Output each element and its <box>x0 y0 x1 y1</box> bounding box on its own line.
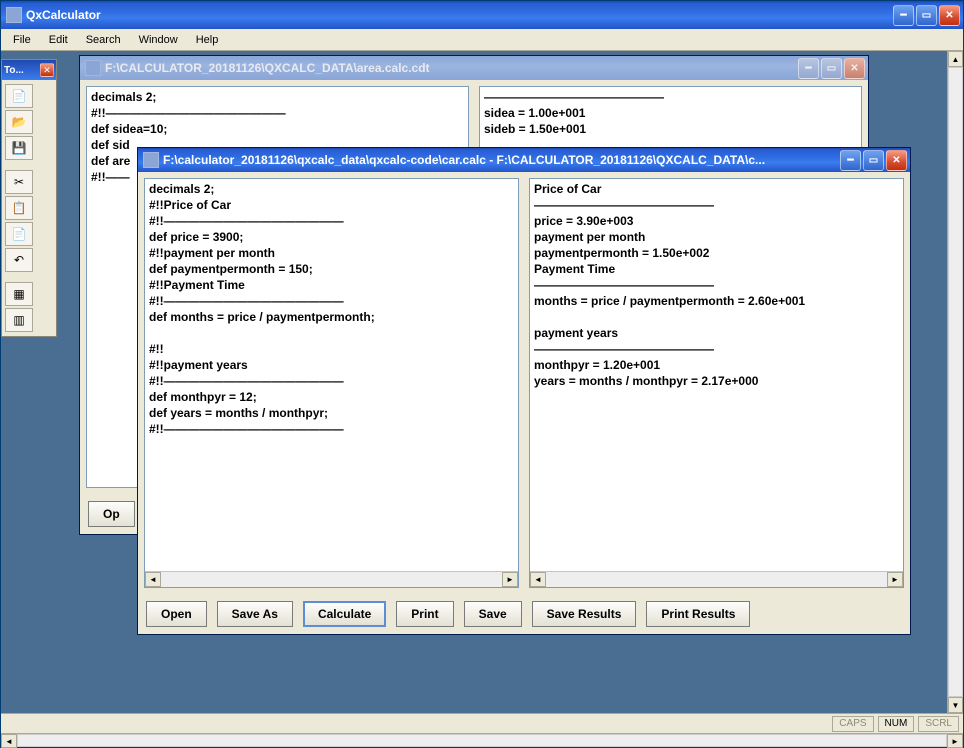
tool-open-icon[interactable]: 📂 <box>5 110 33 134</box>
menu-window[interactable]: Window <box>131 31 186 49</box>
save-button[interactable]: Save <box>464 601 522 627</box>
tool-separator <box>5 274 33 280</box>
child2-minimize-button[interactable]: ━ <box>840 150 861 171</box>
saveresults-button[interactable]: Save Results <box>532 601 637 627</box>
child2-right-content[interactable]: Price of Car ——————————————— price = 3.9… <box>530 179 903 571</box>
child2-left-pane[interactable]: decimals 2; #!!Price of Car #!!—————————… <box>144 178 519 588</box>
scroll-left-icon[interactable]: ◄ <box>1 734 17 748</box>
scroll-right-icon[interactable]: ► <box>947 734 963 748</box>
calculate-button[interactable]: Calculate <box>303 601 386 627</box>
menu-file[interactable]: File <box>5 31 39 49</box>
child2-body: decimals 2; #!!Price of Car #!!—————————… <box>138 172 910 594</box>
status-num: NUM <box>878 716 915 732</box>
mdi-client: ▲ ▼ To... ✕ 📄 📂 💾 ✂ 📋 📄 ↶ ▦ ▥ <box>1 51 963 713</box>
scroll-track[interactable] <box>948 67 963 697</box>
child2-title: F:\calculator_20181126\qxcalc_data\qxcal… <box>163 153 840 167</box>
left-hscroll[interactable]: ◄ ► <box>145 571 518 587</box>
saveas-button[interactable]: Save As <box>217 601 293 627</box>
status-caps: CAPS <box>832 716 873 732</box>
menu-help[interactable]: Help <box>188 31 227 49</box>
app-hscrollbar[interactable]: ◄ ► <box>1 733 963 747</box>
child2-close-button[interactable]: ✕ <box>886 150 907 171</box>
tool-run-icon[interactable]: ▦ <box>5 282 33 306</box>
tool-cut-icon[interactable]: ✂ <box>5 170 33 194</box>
scroll-up-icon[interactable]: ▲ <box>948 51 963 67</box>
app-vscrollbar[interactable]: ▲ ▼ <box>947 51 963 713</box>
app-window: QxCalculator ━ ▭ ✕ File Edit Search Wind… <box>0 0 964 748</box>
child1-close-button[interactable]: ✕ <box>844 58 865 79</box>
child2-left-content[interactable]: decimals 2; #!!Price of Car #!!—————————… <box>145 179 518 571</box>
right-hscroll[interactable]: ◄ ► <box>530 571 903 587</box>
tool-copy-icon[interactable]: 📋 <box>5 196 33 220</box>
scroll-down-icon[interactable]: ▼ <box>948 697 963 713</box>
child-window-car[interactable]: F:\calculator_20181126\qxcalc_data\qxcal… <box>137 147 911 635</box>
maximize-button[interactable]: ▭ <box>916 5 937 26</box>
tool-separator <box>5 162 33 168</box>
doc-icon <box>143 152 159 168</box>
child1-open-button[interactable]: Op <box>88 501 135 527</box>
toolbox-titlebar[interactable]: To... ✕ <box>2 60 56 80</box>
scroll-track[interactable] <box>161 572 502 587</box>
minimize-button[interactable]: ━ <box>893 5 914 26</box>
tool-save-icon[interactable]: 💾 <box>5 136 33 160</box>
child1-titlebar[interactable]: F:\CALCULATOR_20181126\QXCALC_DATA\area.… <box>80 56 868 80</box>
scroll-track[interactable] <box>17 734 947 747</box>
toolbox-title: To... <box>4 65 24 76</box>
scroll-left-icon[interactable]: ◄ <box>145 572 161 587</box>
tool-undo-icon[interactable]: ↶ <box>5 248 33 272</box>
tool-print-icon[interactable]: ▥ <box>5 308 33 332</box>
print-button[interactable]: Print <box>396 601 453 627</box>
scroll-track[interactable] <box>546 572 887 587</box>
toolbox-close-icon[interactable]: ✕ <box>40 63 54 77</box>
scroll-left-icon[interactable]: ◄ <box>530 572 546 587</box>
child2-right-pane[interactable]: Price of Car ——————————————— price = 3.9… <box>529 178 904 588</box>
tool-new-icon[interactable]: 📄 <box>5 84 33 108</box>
child2-buttonrow: Open Save As Calculate Print Save Save R… <box>138 594 910 634</box>
child1-maximize-button[interactable]: ▭ <box>821 58 842 79</box>
app-icon <box>6 7 22 23</box>
child1-title: F:\CALCULATOR_20181126\QXCALC_DATA\area.… <box>105 61 798 75</box>
open-button[interactable]: Open <box>146 601 207 627</box>
menubar: File Edit Search Window Help <box>1 29 963 51</box>
app-title: QxCalculator <box>26 8 893 22</box>
child2-titlebar[interactable]: F:\calculator_20181126\qxcalc_data\qxcal… <box>138 148 910 172</box>
app-titlebar[interactable]: QxCalculator ━ ▭ ✕ <box>1 1 963 29</box>
scroll-right-icon[interactable]: ► <box>502 572 518 587</box>
printresults-button[interactable]: Print Results <box>646 601 750 627</box>
statusbar: CAPS NUM SCRL <box>1 713 963 733</box>
toolbox-body: 📄 📂 💾 ✂ 📋 📄 ↶ ▦ ▥ <box>2 80 56 336</box>
doc-icon <box>85 60 101 76</box>
close-button[interactable]: ✕ <box>939 5 960 26</box>
status-scrl: SCRL <box>918 716 959 732</box>
scroll-right-icon[interactable]: ► <box>887 572 903 587</box>
menu-search[interactable]: Search <box>78 31 129 49</box>
child2-maximize-button[interactable]: ▭ <box>863 150 884 171</box>
menu-edit[interactable]: Edit <box>41 31 76 49</box>
tool-paste-icon[interactable]: 📄 <box>5 222 33 246</box>
child1-minimize-button[interactable]: ━ <box>798 58 819 79</box>
toolbox-palette[interactable]: To... ✕ 📄 📂 💾 ✂ 📋 📄 ↶ ▦ ▥ <box>1 59 57 337</box>
